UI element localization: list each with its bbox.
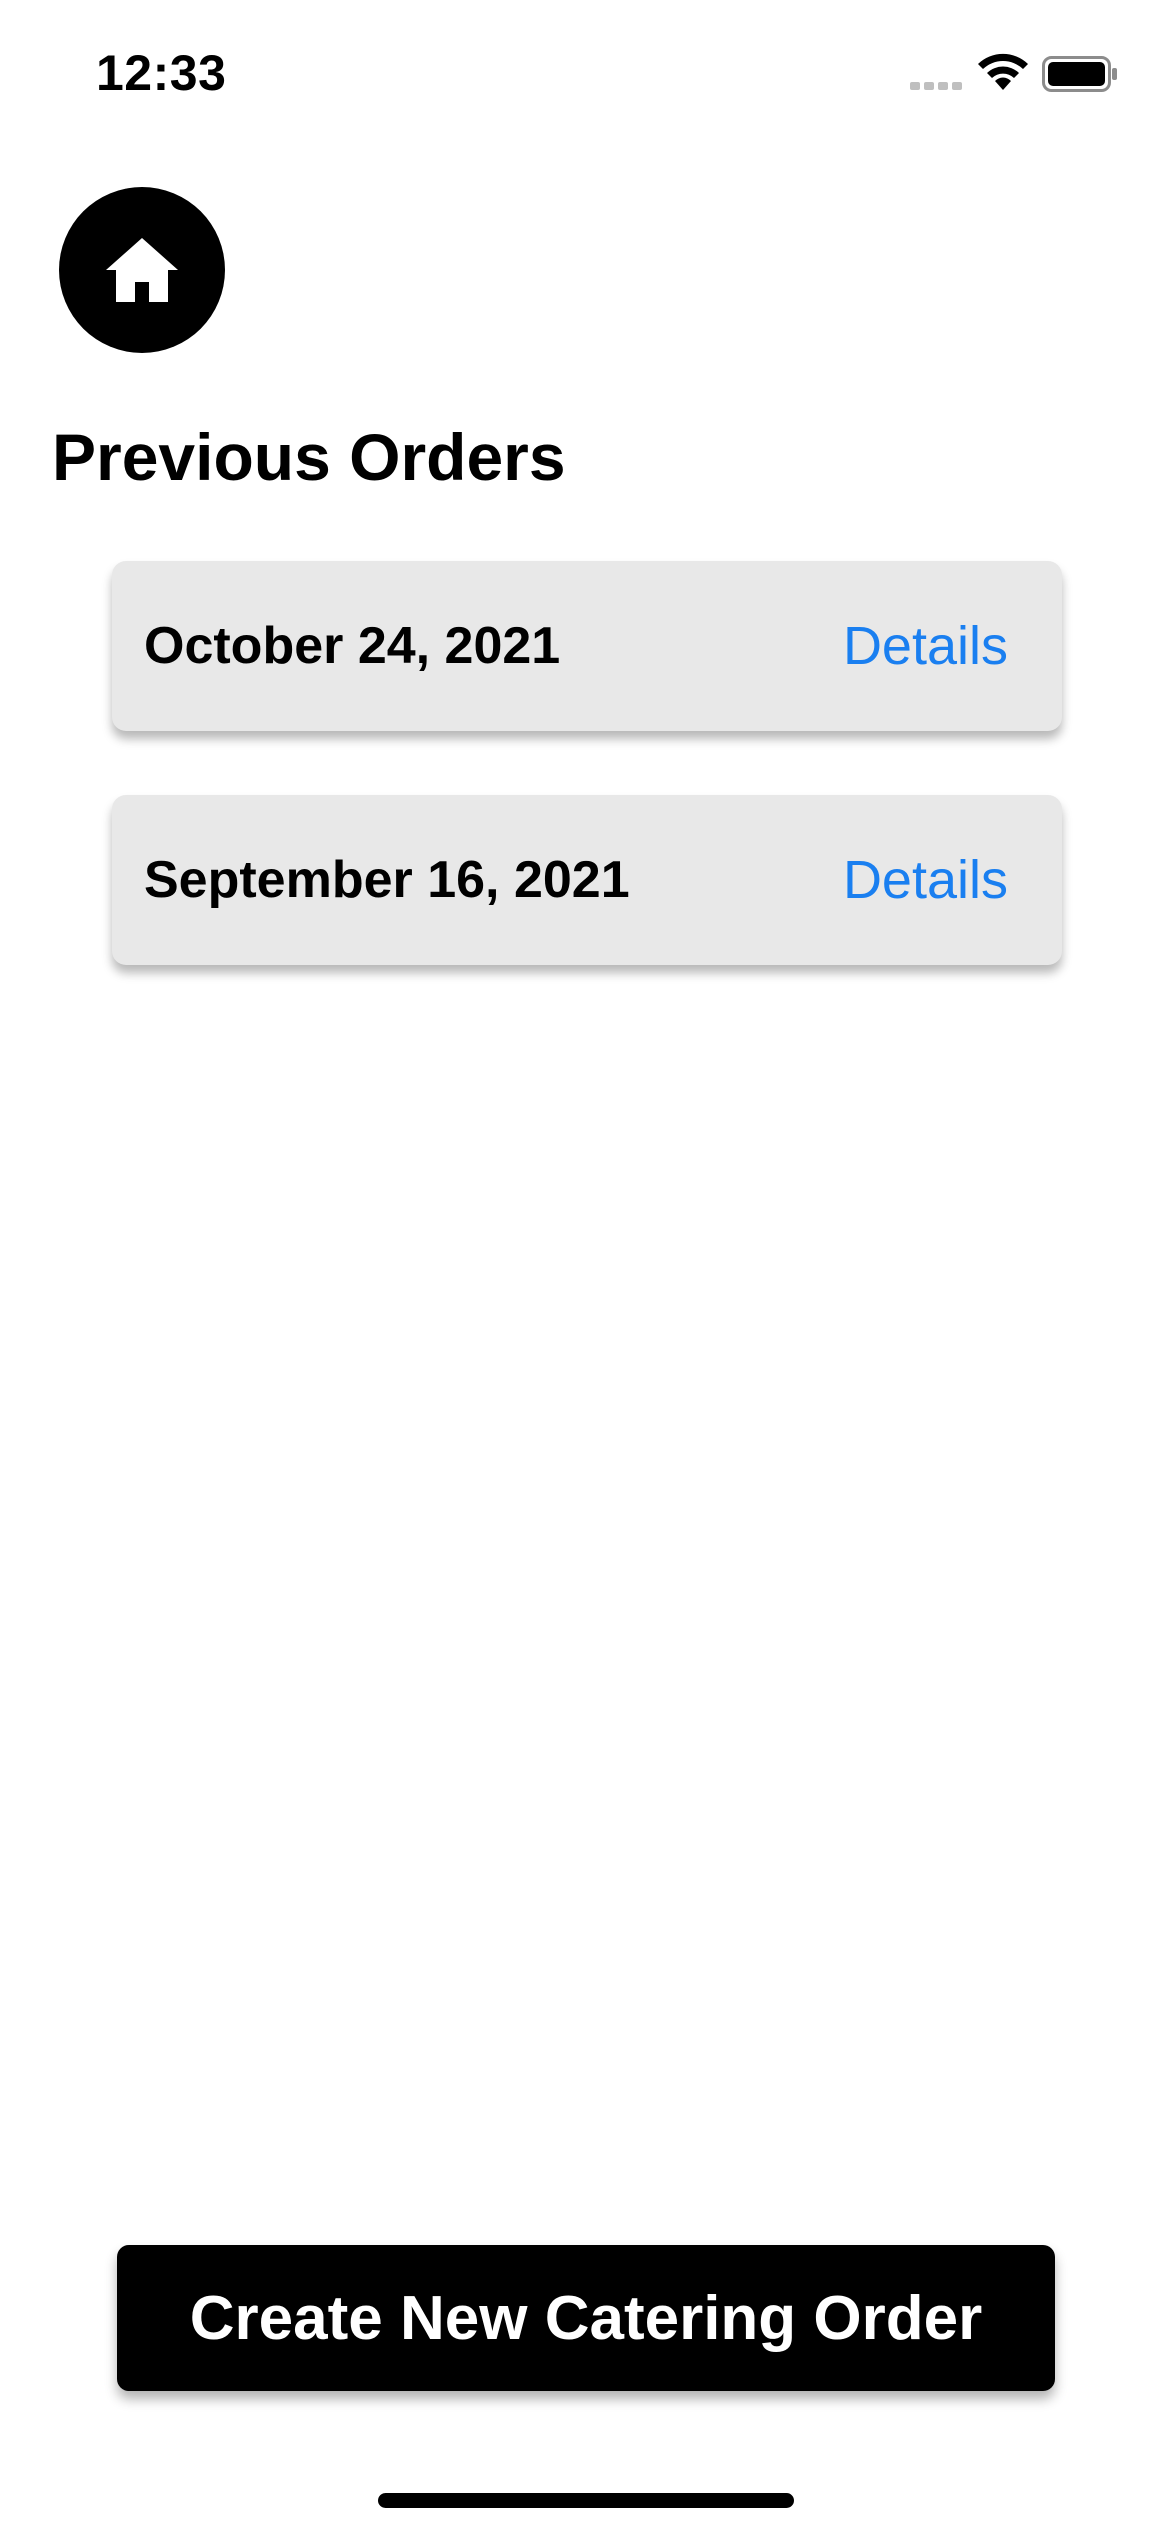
previous-orders-screen: 12:33 Previous Orders October 24, 2021 D… (0, 0, 1170, 2532)
home-button[interactable] (59, 187, 225, 353)
order-card: October 24, 2021 Details (112, 561, 1062, 731)
create-new-catering-order-button[interactable]: Create New Catering Order (117, 2245, 1055, 2391)
page-title: Previous Orders (52, 420, 566, 494)
order-details-link[interactable]: Details (843, 615, 1008, 677)
order-card: September 16, 2021 Details (112, 795, 1062, 965)
order-date: October 24, 2021 (144, 617, 561, 675)
battery-icon (1042, 56, 1117, 92)
status-time: 12:33 (96, 45, 227, 101)
home-indicator (378, 2493, 794, 2508)
order-details-link[interactable]: Details (843, 849, 1008, 911)
wifi-icon (978, 53, 1028, 90)
home-icon (106, 238, 178, 302)
cellular-signal-icon (910, 82, 962, 90)
order-date: September 16, 2021 (144, 851, 630, 909)
